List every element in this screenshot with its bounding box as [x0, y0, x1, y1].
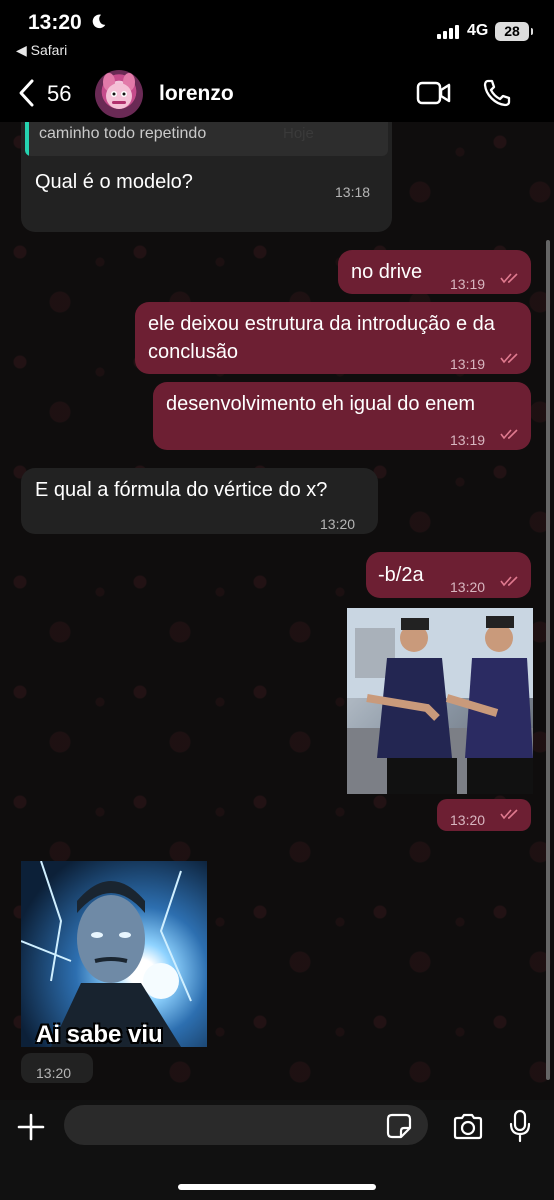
- message-time: 13:20: [450, 812, 486, 828]
- read-ticks-icon: [500, 353, 518, 364]
- message-time: 13:18: [335, 184, 371, 200]
- input-bar: [0, 1100, 554, 1200]
- battery-indicator: 28: [495, 22, 533, 41]
- message-text: no drive: [351, 261, 423, 283]
- microphone-icon[interactable]: [508, 1109, 532, 1143]
- date-chip: Hoje: [283, 125, 314, 142]
- message-text: desenvolvimento eh igual do enem: [166, 393, 476, 415]
- camera-icon[interactable]: [452, 1112, 484, 1140]
- avatar[interactable]: [95, 70, 143, 118]
- message-time: 13:19: [450, 356, 486, 372]
- image-caption: Ai sabe viu: [36, 1021, 163, 1047]
- read-ticks-icon: [500, 429, 518, 440]
- message-time: 13:19: [450, 432, 486, 448]
- quote-accent-bar: [25, 122, 29, 156]
- image-message-incoming[interactable]: Ai sabe viu: [21, 861, 207, 1047]
- chat-area[interactable]: decorei todo modelo da unisc pq fiquei o…: [0, 122, 554, 1100]
- message-bubble-outgoing[interactable]: no drive 13:19: [338, 250, 531, 294]
- home-indicator[interactable]: [178, 1184, 376, 1190]
- read-ticks-icon: [500, 273, 518, 284]
- message-time: 13:20: [450, 579, 486, 595]
- message-time: 13:20: [320, 516, 356, 532]
- contact-name[interactable]: lorenzo: [159, 82, 234, 106]
- signal-bars-icon: [437, 25, 459, 39]
- phone-icon[interactable]: [482, 78, 512, 108]
- message-text: Qual é o modelo?: [35, 171, 193, 193]
- chat-header: 56 lorenzo: [0, 64, 554, 122]
- video-call-icon[interactable]: [416, 80, 452, 106]
- quoted-message[interactable]: decorei todo modelo da unisc pq fiquei o…: [25, 122, 388, 156]
- message-time: 13:20: [36, 1065, 72, 1081]
- read-ticks-icon: [500, 809, 518, 820]
- message-text: E qual a fórmula do vértice do x?: [35, 479, 328, 501]
- message-bubble-incoming[interactable]: decorei todo modelo da unisc pq fiquei o…: [21, 122, 392, 232]
- moon-icon: [92, 14, 106, 29]
- back-to-safari-link[interactable]: ◀ Safari: [16, 42, 67, 59]
- image-time-outgoing: 13:20: [437, 799, 531, 831]
- chat-scrollbar[interactable]: [546, 240, 550, 1080]
- message-bubble-outgoing[interactable]: ele deixou estrutura da introdução e da …: [135, 302, 531, 374]
- quoted-text: decorei todo modelo da unisc pq fiquei o…: [39, 125, 207, 142]
- image-message-outgoing[interactable]: [347, 608, 533, 794]
- image-time-incoming: 13:20: [21, 1053, 93, 1083]
- network-type: 4G: [467, 22, 489, 39]
- chevron-left-icon[interactable]: [14, 76, 44, 110]
- message-bubble-outgoing[interactable]: -b/2a 13:20: [366, 552, 531, 598]
- meme-man-lightning-photo: [21, 861, 192, 1047]
- unread-count[interactable]: 56: [47, 81, 71, 107]
- sticker-icon[interactable]: [386, 1113, 412, 1139]
- plus-icon[interactable]: [16, 1112, 46, 1142]
- dancing-men-photo: [347, 608, 533, 794]
- message-bubble-outgoing[interactable]: desenvolvimento eh igual do enem 13:19: [153, 382, 531, 450]
- message-text: -b/2a: [378, 564, 424, 586]
- read-ticks-icon: [500, 576, 518, 587]
- message-time: 13:19: [450, 276, 486, 292]
- status-bar: 13:20 ◀ Safari 4G 28: [0, 0, 554, 64]
- message-input[interactable]: [64, 1105, 428, 1145]
- message-bubble-incoming[interactable]: E qual a fórmula do vértice do x? 13:20: [21, 468, 378, 534]
- avatar-character-icon: [103, 73, 135, 109]
- status-time: 13:20: [28, 11, 82, 34]
